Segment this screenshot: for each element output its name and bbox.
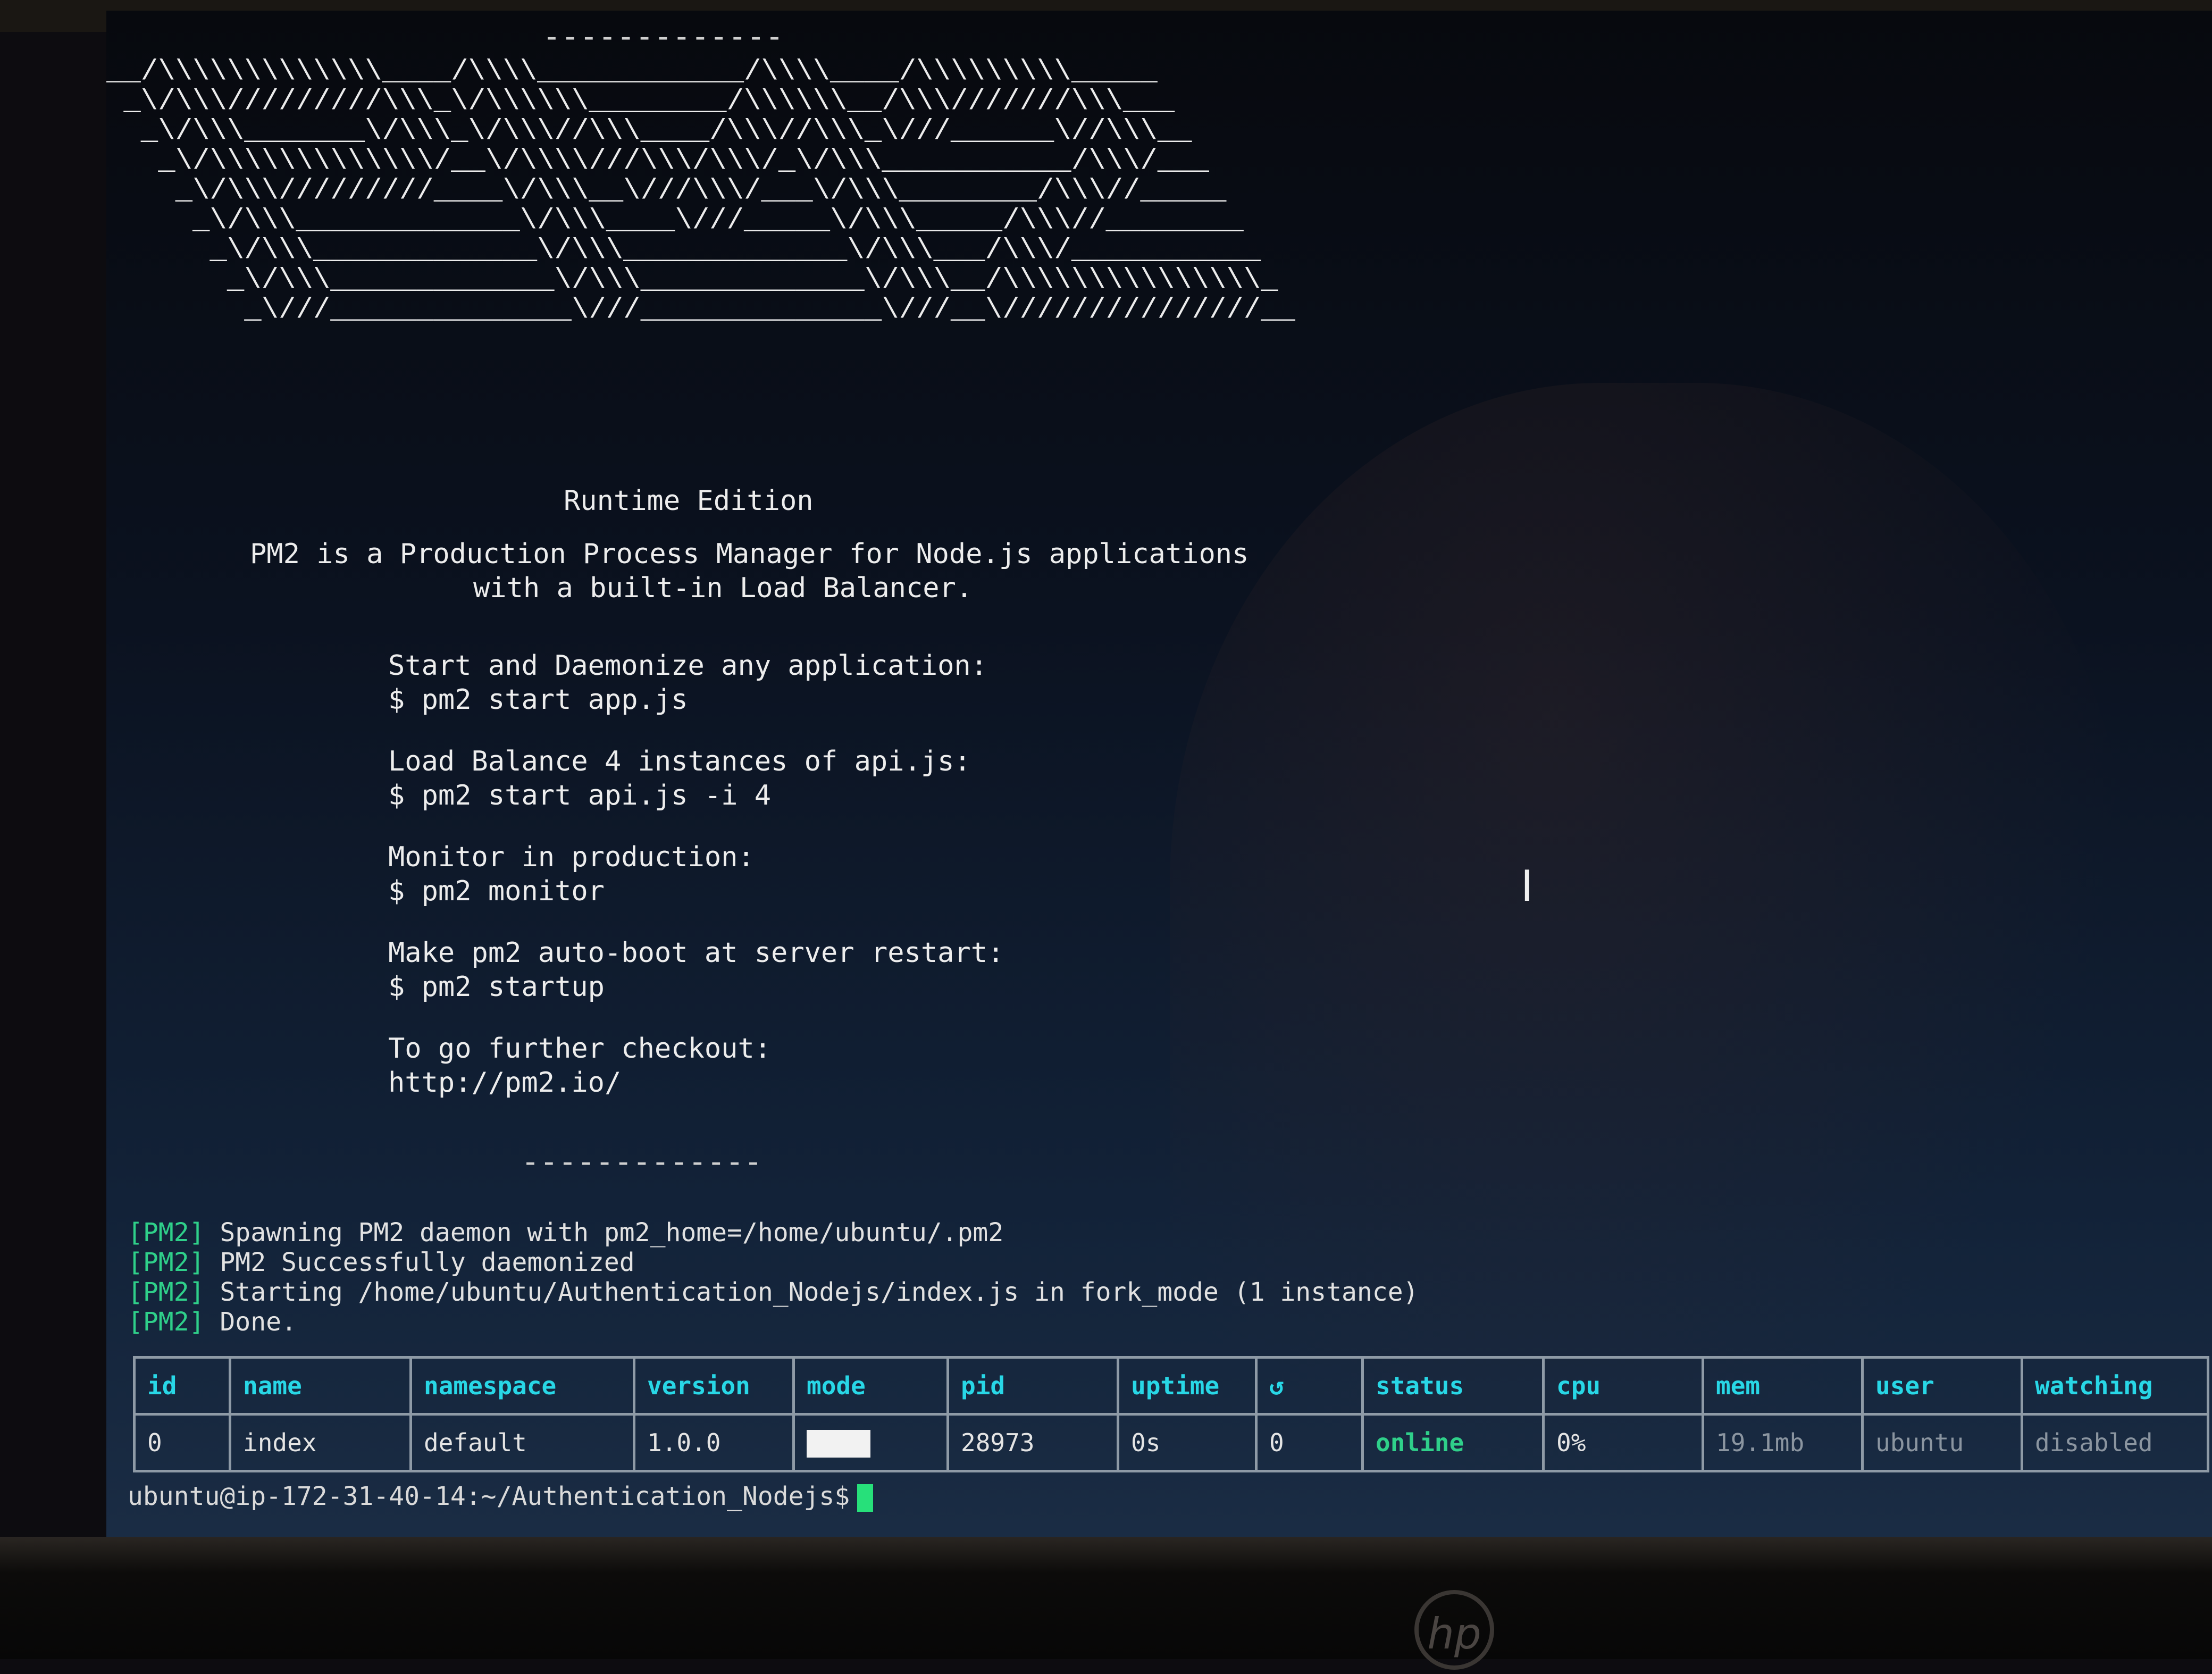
- cell-mode: [792, 1413, 949, 1472]
- pm2-ascii-logo: __/\\\\\\\\\\\\\____/\\\\____________/\\…: [106, 56, 1295, 327]
- monitor-bezel-bottom: [0, 1537, 2212, 1659]
- col-header-namespace: namespace: [409, 1356, 635, 1416]
- col-header-cpu: cpu: [1542, 1356, 1704, 1416]
- mode-highlight: [807, 1430, 870, 1458]
- banner-rule-top: -------------: [542, 18, 784, 54]
- log-line: [PM2] Spawning PM2 daemon with pm2_home=…: [128, 1218, 1003, 1248]
- help-heading-start: Start and Daemonize any application:: [388, 650, 988, 682]
- help-command-start: $ pm2 start app.js: [388, 684, 688, 716]
- cell-name: index: [229, 1413, 412, 1472]
- terminal-window[interactable]: ------------- __/\\\\\\\\\\\\\____/\\\\_…: [106, 11, 2212, 1537]
- ibeam-cursor-icon: I: [1521, 861, 1534, 911]
- col-header-mem: mem: [1702, 1356, 1864, 1416]
- log-message: PM2 Successfully daemonized: [220, 1248, 635, 1277]
- help-heading-further: To go further checkout:: [388, 1033, 772, 1065]
- col-header-id: id: [133, 1356, 231, 1416]
- description-line-2: with a built-in Load Balancer.: [473, 572, 973, 604]
- cell-mem: 19.1mb: [1702, 1413, 1864, 1472]
- process-table: id name namespace version mode pid uptim…: [133, 1356, 2209, 1472]
- text-cursor: [857, 1484, 874, 1512]
- cell-version: 1.0.0: [633, 1413, 795, 1472]
- col-header-status: status: [1361, 1356, 1545, 1416]
- banner-rule-bottom: -------------: [521, 1143, 763, 1179]
- cell-watching: disabled: [2021, 1413, 2209, 1472]
- shell-prompt-line[interactable]: ubuntu@ip-172-31-40-14:~/Authentication_…: [128, 1480, 874, 1512]
- shell-prompt: ubuntu@ip-172-31-40-14:~/Authentication_…: [128, 1482, 850, 1511]
- col-header-name: name: [229, 1356, 412, 1416]
- log-message: Done.: [220, 1307, 297, 1337]
- cell-pid: 28973: [946, 1413, 1119, 1472]
- pm2-log-tag: [PM2]: [128, 1248, 205, 1277]
- log-message: Spawning PM2 daemon with pm2_home=/home/…: [220, 1218, 1004, 1248]
- help-command-load-balance: $ pm2 start api.js -i 4: [388, 780, 772, 811]
- col-header-watching: watching: [2021, 1356, 2209, 1416]
- col-header-pid: pid: [946, 1356, 1119, 1416]
- cell-id: 0: [133, 1413, 231, 1472]
- table-row: 0 index default 1.0.0 28973 0s 0 online …: [133, 1413, 2209, 1472]
- screen-reflection: [1170, 383, 2127, 1500]
- log-message: Starting /home/ubuntu/Authentication_Nod…: [220, 1277, 1419, 1307]
- help-heading-load-balance: Load Balance 4 instances of api.js:: [388, 746, 971, 777]
- cell-restarts: 0: [1255, 1413, 1364, 1472]
- col-header-version: version: [633, 1356, 795, 1416]
- pm2-website-link[interactable]: http://pm2.io/: [388, 1066, 621, 1100]
- col-header-mode: mode: [792, 1356, 949, 1416]
- cell-status: online: [1361, 1413, 1545, 1472]
- description-line-1: PM2 is a Production Process Manager for …: [250, 538, 1249, 570]
- cell-namespace: default: [409, 1413, 635, 1472]
- hp-logo-icon: hp: [1414, 1590, 1494, 1670]
- log-line: [PM2] Starting /home/ubuntu/Authenticati…: [128, 1277, 1418, 1307]
- pm2-log-tag: [PM2]: [128, 1218, 205, 1248]
- cell-uptime: 0s: [1117, 1413, 1258, 1472]
- pm2-log-tag: [PM2]: [128, 1277, 205, 1307]
- help-heading-startup: Make pm2 auto-boot at server restart:: [388, 937, 1004, 969]
- help-command-startup: $ pm2 startup: [388, 971, 605, 1003]
- col-header-uptime: uptime: [1117, 1356, 1258, 1416]
- help-heading-monitor: Monitor in production:: [388, 841, 755, 873]
- table-header-row: id name namespace version mode pid uptim…: [133, 1356, 2209, 1416]
- log-line: [PM2] Done.: [128, 1307, 297, 1337]
- cell-cpu: 0%: [1542, 1413, 1704, 1472]
- col-header-restarts: ↺: [1255, 1356, 1364, 1416]
- col-header-user: user: [1861, 1356, 2023, 1416]
- edition-label: Runtime Edition: [564, 485, 814, 517]
- log-line: [PM2] PM2 Successfully daemonized: [128, 1248, 635, 1277]
- cell-user: ubuntu: [1861, 1413, 2023, 1472]
- help-command-monitor: $ pm2 monitor: [388, 875, 605, 907]
- pm2-log-tag: [PM2]: [128, 1307, 205, 1337]
